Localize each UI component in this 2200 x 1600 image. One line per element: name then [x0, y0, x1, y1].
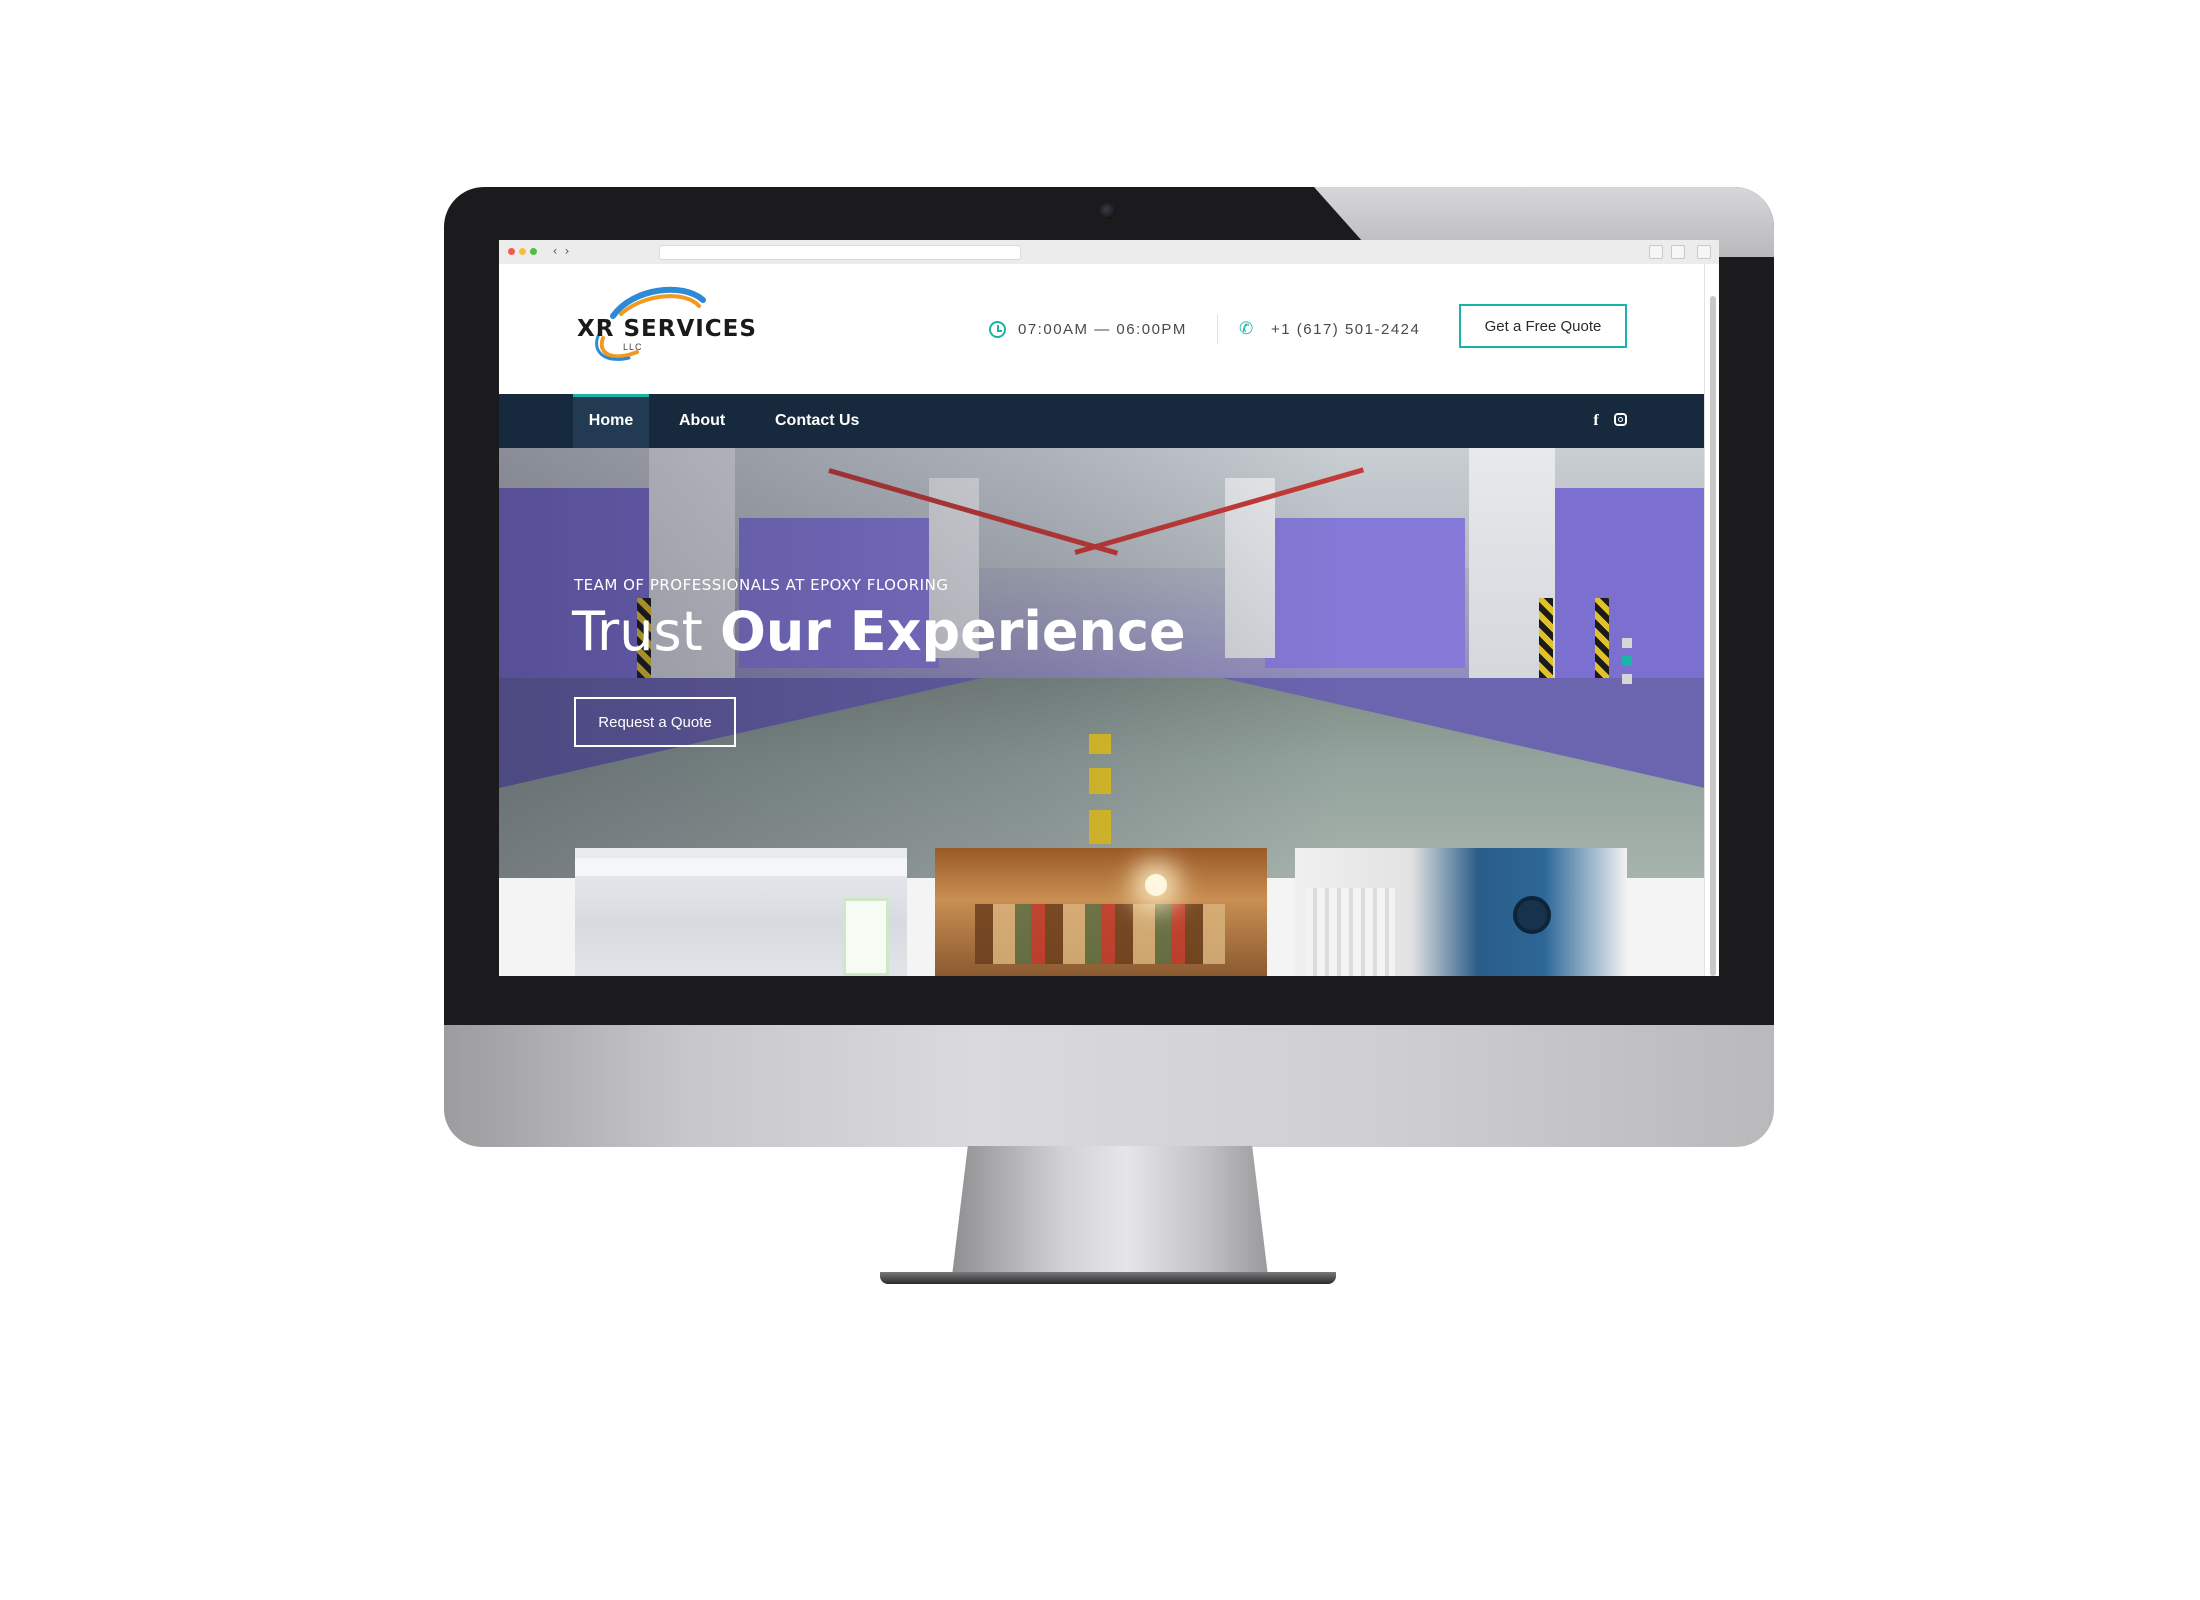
hero-title-light: Trust: [572, 600, 720, 663]
web-page: XR SERVICES LLC 07:00AM — 06:00PM ✆ +1 (…: [499, 264, 1705, 976]
minimize-window-button[interactable]: [519, 248, 526, 255]
browser-toolbar: ‹ ›: [499, 240, 1719, 265]
site-header: XR SERVICES LLC 07:00AM — 06:00PM ✆ +1 (…: [499, 264, 1705, 394]
card-image-detail: [975, 904, 1225, 964]
share-icon[interactable]: [1649, 245, 1663, 259]
monitor-stand-base: [880, 1272, 1336, 1284]
main-navigation: Home About Contact Us f: [499, 394, 1705, 448]
clock-icon: [989, 320, 1006, 338]
webcam-icon: [1100, 203, 1116, 219]
slider-pagination: [1622, 638, 1634, 692]
scrollbar-thumb[interactable]: [1710, 296, 1716, 976]
hero-title: Trust Our Experience: [572, 600, 1186, 663]
hero-title-bold: Our Experience: [719, 600, 1186, 663]
hero-slider: TEAM OF PROFESSIONALS AT EPOXY FLOORING …: [499, 448, 1705, 878]
service-card-roller[interactable]: [1295, 848, 1627, 976]
back-arrow-icon[interactable]: ‹: [549, 243, 561, 259]
facebook-icon[interactable]: f: [1586, 411, 1606, 431]
slider-dot-3[interactable]: [1622, 674, 1632, 684]
nav-item-contact-us[interactable]: Contact Us: [775, 394, 859, 448]
card-image-detail: [1305, 888, 1395, 976]
hours-text: 07:00AM — 06:00PM: [1018, 320, 1187, 338]
maximize-window-button[interactable]: [530, 248, 537, 255]
address-bar[interactable]: [659, 245, 1021, 260]
slider-dot-2[interactable]: [1622, 656, 1632, 666]
request-quote-button[interactable]: Request a Quote: [574, 697, 736, 747]
header-divider: [1217, 314, 1218, 344]
get-free-quote-button[interactable]: Get a Free Quote: [1459, 304, 1627, 348]
monitor-stand: [952, 1146, 1268, 1276]
page-scrollbar[interactable]: [1704, 264, 1719, 976]
hero-eyebrow: TEAM OF PROFESSIONALS AT EPOXY FLOORING: [574, 576, 949, 594]
site-logo[interactable]: XR SERVICES LLC: [573, 278, 783, 368]
new-tab-icon[interactable]: [1697, 245, 1711, 259]
card-image-detail: [575, 858, 907, 876]
slider-dot-1[interactable]: [1622, 638, 1632, 648]
phone-contact[interactable]: ✆ +1 (617) 501-2424: [1239, 316, 1420, 342]
monitor-chin: [444, 1025, 1774, 1147]
phone-number[interactable]: +1 (617) 501-2424: [1271, 321, 1420, 338]
service-card-painting[interactable]: [575, 848, 907, 976]
hero-overlay: [499, 448, 1705, 878]
close-window-button[interactable]: [508, 248, 515, 255]
nav-item-home[interactable]: Home: [573, 394, 649, 448]
nav-item-about[interactable]: About: [679, 394, 725, 448]
paint-roller-icon: [1513, 896, 1551, 934]
instagram-icon[interactable]: [1612, 411, 1632, 431]
instagram-glyph: [1614, 413, 1627, 426]
browser-window: ‹ › XR SERVICES LLC 07:00AM — 06:00PM ✆ …: [499, 240, 1719, 976]
phone-icon: ✆: [1239, 319, 1254, 339]
logo-wordmark: XR SERVICES: [577, 316, 757, 342]
service-cards: [499, 848, 1705, 976]
forward-arrow-icon[interactable]: ›: [561, 243, 573, 259]
card-image-detail: [1145, 874, 1167, 896]
business-hours: 07:00AM — 06:00PM: [989, 316, 1187, 342]
logo-subtitle: LLC: [623, 342, 643, 352]
service-card-garage[interactable]: [935, 848, 1267, 976]
card-image-detail: [843, 898, 889, 976]
tabs-icon[interactable]: [1671, 245, 1685, 259]
